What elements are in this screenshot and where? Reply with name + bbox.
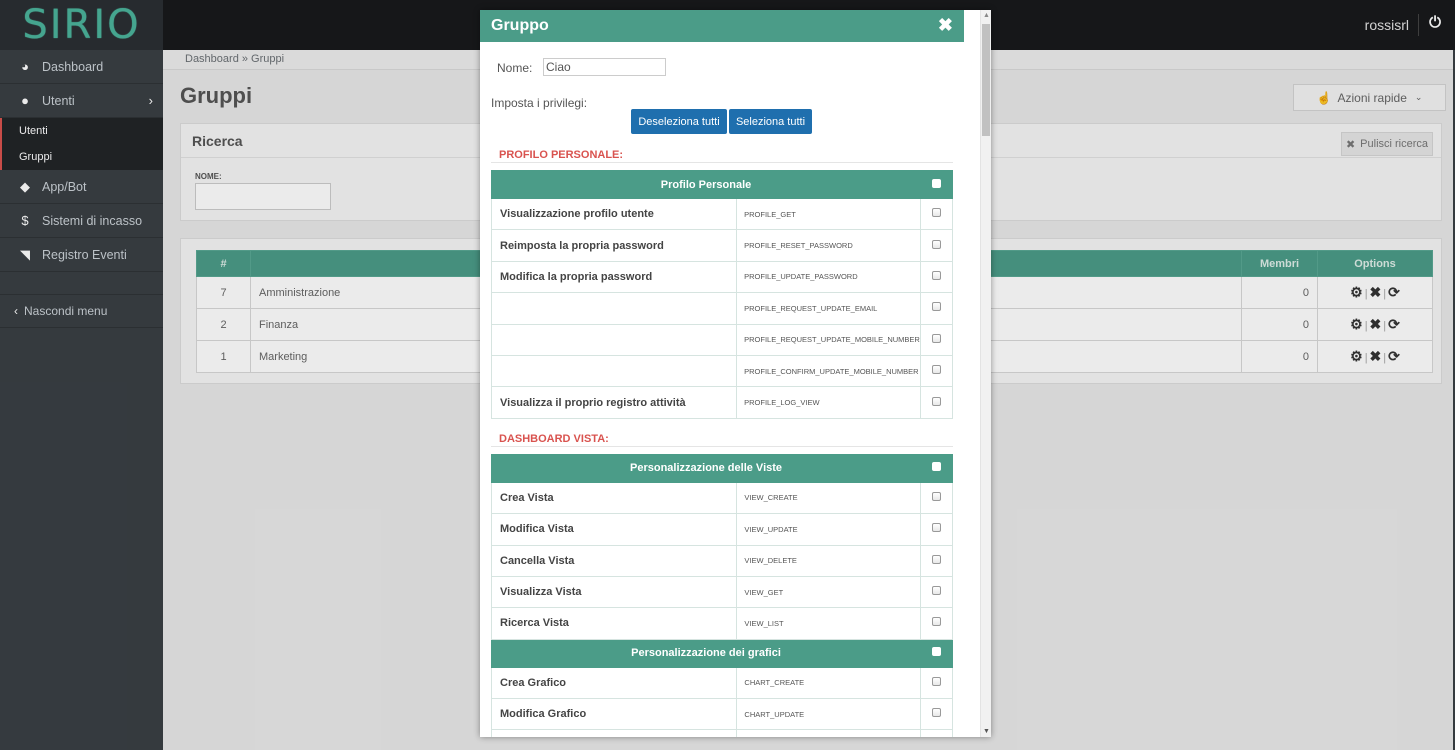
permission-row: Modifica Grafico CHART_UPDATE (491, 698, 953, 731)
checkbox[interactable] (932, 302, 942, 312)
permission-label: Visualizza il proprio registro attività (491, 386, 738, 419)
permission-label: Modifica Vista (491, 513, 738, 546)
modal-header: Gruppo ✖ (480, 10, 964, 42)
checkbox[interactable] (932, 270, 942, 280)
checkbox[interactable] (932, 617, 942, 627)
permission-code: CHART_CREATE (736, 666, 922, 700)
permission-code: PROFILE_GET (736, 197, 922, 231)
permission-code: PROFILE_REQUEST_UPDATE_MOBILE_NUMBER (736, 323, 922, 356)
permissions-table: Personalizzazione delle Viste Crea Vista… (491, 453, 953, 737)
permission-row: Visualizza il proprio registro attività P… (491, 386, 953, 419)
permission-label: Ricerca Vista (491, 607, 738, 640)
group-modal: Gruppo ✖ Nome: Imposta i privilegi: Dese… (480, 10, 991, 737)
checkbox[interactable] (932, 491, 942, 501)
permission-label: Crea Grafico (491, 666, 738, 700)
group-checkbox[interactable] (920, 170, 953, 199)
permission-row: PROFILE_REQUEST_UPDATE_MOBILE_NUMBER (491, 323, 953, 356)
checkbox[interactable] (932, 554, 942, 564)
permission-row: PROFILE_REQUEST_UPDATE_EMAIL (491, 292, 953, 325)
nome-label: Nome: (497, 61, 533, 75)
checkbox[interactable] (932, 523, 942, 533)
checkbox[interactable] (932, 396, 942, 406)
permission-label (491, 292, 738, 325)
permission-row: Crea Vista VIEW_CREATE (491, 481, 953, 515)
deselect-all-button[interactable]: Deseleziona tutti (631, 109, 727, 134)
permission-label: Crea Vista (491, 481, 738, 515)
checkbox[interactable] (932, 208, 942, 218)
privileges-label: Imposta i privilegi: (491, 96, 588, 110)
scroll-up-icon[interactable]: ▲ (983, 12, 990, 19)
checkbox[interactable] (932, 178, 942, 188)
permission-row: Visualizza Vista VIEW_GET (491, 575, 953, 609)
permission-label (491, 354, 738, 388)
permission-row: Modifica la propria password PROFILE_UPDA… (491, 260, 953, 294)
group-checkbox[interactable] (920, 638, 953, 668)
permission-code: PROFILE_RESET_PASSWORD (736, 229, 922, 262)
permissions-area: PROFILO PERSONALE: Profilo Personale Vis… (491, 146, 953, 737)
permission-row: PROFILE_CONFIRM_UPDATE_MOBILE_NUMBER (491, 354, 953, 388)
permission-label: Modifica Grafico (491, 698, 738, 731)
permission-row: Visualizzazione profilo utente PROFILE_GE… (491, 197, 953, 231)
permission-code: PROFILE_CONFIRM_UPDATE_MOBILE_NUMBER (736, 354, 922, 388)
scrollbar-thumb[interactable] (982, 24, 990, 136)
permission-label (491, 323, 738, 356)
group-header: Profilo Personale (491, 170, 922, 199)
permission-row: Modifica Vista VIEW_UPDATE (491, 513, 953, 546)
permission-code: CHART_UPDATE (736, 698, 922, 731)
checkbox[interactable] (932, 239, 942, 249)
permission-label: Visualizza Vista (491, 575, 738, 609)
nome-input[interactable] (543, 58, 666, 76)
permission-row: Ricerca Vista VIEW_LIST (491, 607, 953, 640)
section-title: DASHBOARD VISTA: (491, 430, 953, 447)
checkbox[interactable] (932, 462, 942, 472)
permission-label: Modifica la propria password (491, 260, 738, 294)
permission-code: VIEW_DELETE (736, 544, 922, 577)
permission-row: Reimposta la propria password PROFILE_RES… (491, 229, 953, 262)
checkbox[interactable] (932, 333, 942, 343)
permission-label: Reimposta la propria password (491, 229, 738, 262)
permission-code: VIEW_CREATE (736, 481, 922, 515)
section-title: PROFILO PERSONALE: (491, 146, 953, 163)
checkbox[interactable] (932, 586, 942, 596)
permission-row (491, 729, 953, 737)
scroll-down-icon[interactable]: ▼ (983, 728, 990, 735)
permission-code: VIEW_GET (736, 575, 922, 609)
group-header: Personalizzazione delle Viste (491, 453, 922, 483)
permission-code: PROFILE_UPDATE_PASSWORD (736, 260, 922, 294)
checkbox[interactable] (932, 708, 942, 718)
close-icon[interactable]: ✖ (938, 15, 953, 36)
permission-label: Visualizzazione profilo utente (491, 197, 738, 231)
permission-row: Crea Grafico CHART_CREATE (491, 666, 953, 700)
permission-label (491, 729, 738, 737)
checkbox[interactable] (932, 647, 942, 657)
select-all-button[interactable]: Seleziona tutti (729, 109, 812, 134)
permission-code: VIEW_UPDATE (736, 513, 922, 546)
permission-row: Cancella Vista VIEW_DELETE (491, 544, 953, 577)
permission-code: PROFILE_REQUEST_UPDATE_EMAIL (736, 292, 922, 325)
modal-title: Gruppo (491, 17, 549, 34)
permission-code (736, 729, 922, 737)
permission-code: PROFILE_LOG_VIEW (736, 386, 922, 419)
checkbox[interactable] (932, 676, 942, 686)
checkbox[interactable] (932, 365, 942, 375)
modal-scrollbar[interactable]: ▲ ▼ (980, 10, 991, 737)
group-checkbox[interactable] (920, 453, 953, 483)
group-header: Personalizzazione dei grafici (491, 638, 922, 668)
permission-code: VIEW_LIST (736, 607, 922, 640)
permissions-table: Profilo Personale Visualizzazione profil… (491, 170, 953, 419)
permission-label: Cancella Vista (491, 544, 738, 577)
